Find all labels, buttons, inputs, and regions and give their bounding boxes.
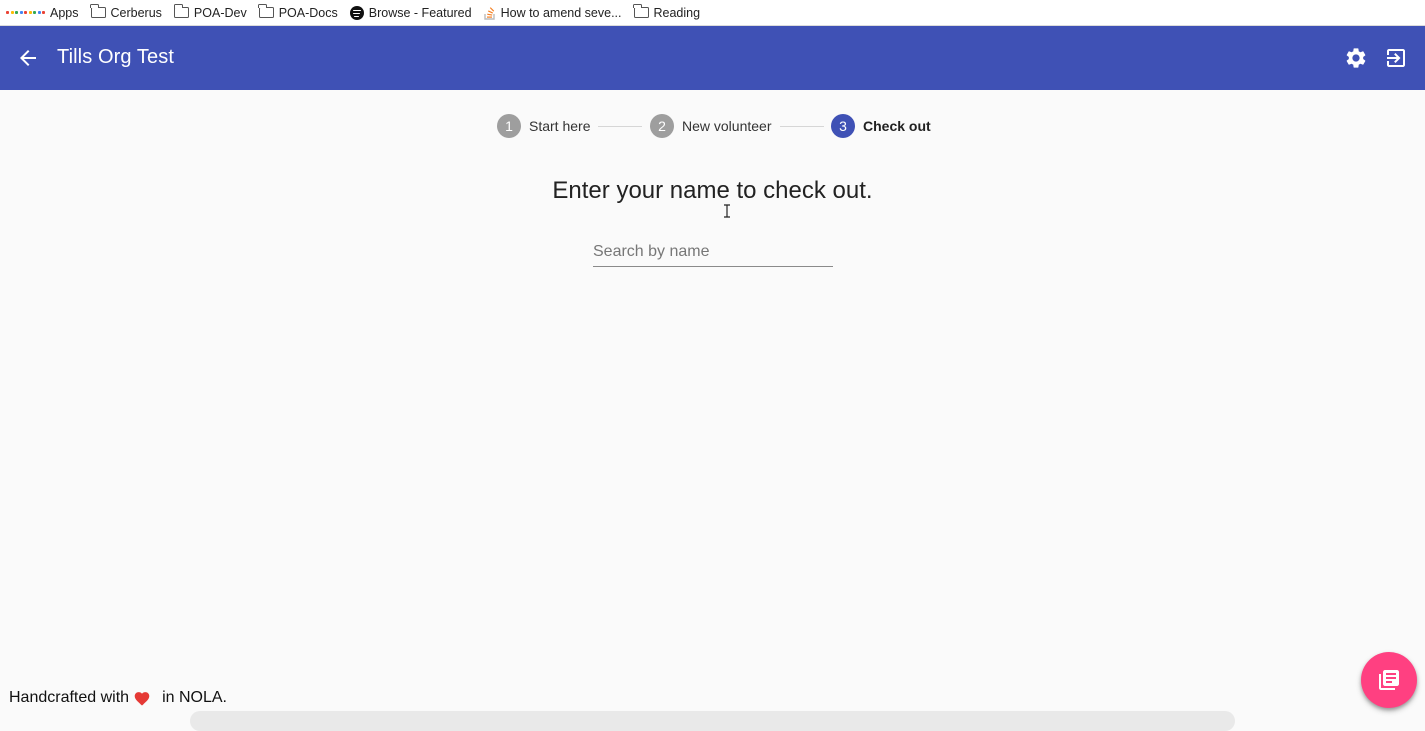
bookmarks-bar: Apps Cerberus POA-Dev POA-Docs Browse - … [0, 0, 1425, 26]
text-cursor-icon [724, 204, 730, 218]
bookmark-browse-featured[interactable]: Browse - Featured [349, 5, 472, 20]
bookmark-label: POA-Docs [278, 5, 338, 20]
step-start-here[interactable]: 1 Start here [497, 114, 590, 138]
arrow-back-icon[interactable] [16, 46, 40, 70]
footer-suffix: in NOLA. [162, 689, 227, 706]
bookmark-label: Reading [653, 5, 701, 20]
apps-grid-icon [6, 11, 45, 14]
bookmark-poa-dev[interactable]: POA-Dev [173, 4, 247, 20]
bookmark-cerberus[interactable]: Cerberus [90, 4, 162, 20]
folder-icon [258, 4, 274, 18]
bookmark-label: Browse - Featured [368, 5, 472, 20]
bookmark-reading[interactable]: Reading [633, 4, 701, 20]
bottom-scroll-bar[interactable] [190, 711, 1235, 731]
bookmark-label: How to amend seve... [500, 5, 622, 20]
folder-icon [90, 4, 106, 18]
search-input[interactable] [593, 239, 833, 265]
bookmark-how-to-amend[interactable]: How to amend seve... [483, 5, 622, 20]
spotify-icon [349, 5, 364, 20]
bookmark-label: POA-Dev [193, 5, 247, 20]
bookmark-poa-docs[interactable]: POA-Docs [258, 4, 338, 20]
bookmark-label: Cerberus [110, 5, 162, 20]
step-number: 2 [650, 114, 674, 138]
search-field [593, 239, 833, 267]
library-books-icon [1379, 670, 1399, 690]
bookmark-label: Apps [50, 5, 79, 20]
step-label: Check out [863, 118, 931, 134]
footer-prefix: Handcrafted with [9, 689, 130, 706]
step-check-out[interactable]: 3 Check out [831, 114, 931, 138]
step-connector [598, 126, 642, 127]
heart-icon [134, 692, 150, 706]
folder-icon [173, 4, 189, 18]
stepper: 1 Start here 2 New volunteer 3 Check out [0, 114, 1425, 138]
step-connector [780, 126, 824, 127]
app-bar: Tills Org Test [0, 26, 1425, 90]
gear-icon[interactable] [1344, 46, 1368, 70]
step-number: 1 [497, 114, 521, 138]
folder-icon [633, 4, 649, 18]
stackoverflow-icon [483, 6, 496, 20]
bookmark-apps[interactable]: Apps [6, 6, 79, 20]
step-label: New volunteer [682, 118, 772, 134]
exit-to-app-icon[interactable] [1384, 46, 1408, 70]
step-label: Start here [529, 118, 591, 134]
library-books-button[interactable] [1361, 652, 1417, 708]
page-title: Tills Org Test [57, 46, 174, 68]
step-new-volunteer[interactable]: 2 New volunteer [650, 114, 772, 138]
check-out-heading: Enter your name to check out. [552, 177, 873, 204]
step-number: 3 [831, 114, 855, 138]
footer: Handcrafted with in NOLA. [9, 689, 227, 707]
